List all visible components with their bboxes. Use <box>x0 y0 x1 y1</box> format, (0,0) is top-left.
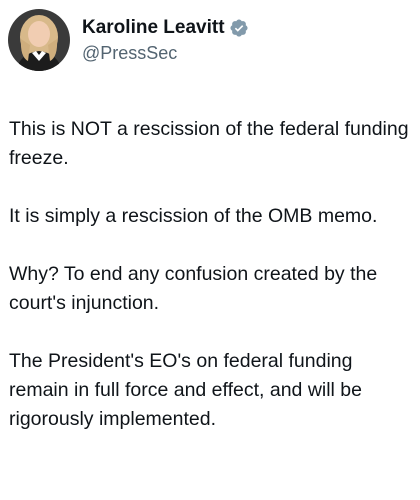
tweet-header: Karoline Leavitt @PressSec <box>8 9 249 71</box>
author-handle[interactable]: @PressSec <box>82 41 249 65</box>
tweet-card: Karoline Leavitt @PressSec This is NOT a… <box>0 0 420 500</box>
avatar[interactable] <box>8 9 70 71</box>
tweet-paragraph: Why? To end any confusion created by the… <box>9 263 378 314</box>
verified-badge-icon <box>229 18 249 38</box>
tweet-text: This is NOT a rescission of the federal … <box>9 115 411 434</box>
tweet-paragraph: The President's EO's on federal funding … <box>9 350 362 430</box>
author-display-name[interactable]: Karoline Leavitt <box>82 16 225 40</box>
tweet-paragraph: This is NOT a rescission of the federal … <box>9 118 409 169</box>
tweet-paragraph: It is simply a rescission of the OMB mem… <box>9 205 378 227</box>
avatar-image <box>8 9 70 71</box>
author-name-row: Karoline Leavitt <box>82 16 249 40</box>
author-identity: Karoline Leavitt @PressSec <box>82 16 249 65</box>
